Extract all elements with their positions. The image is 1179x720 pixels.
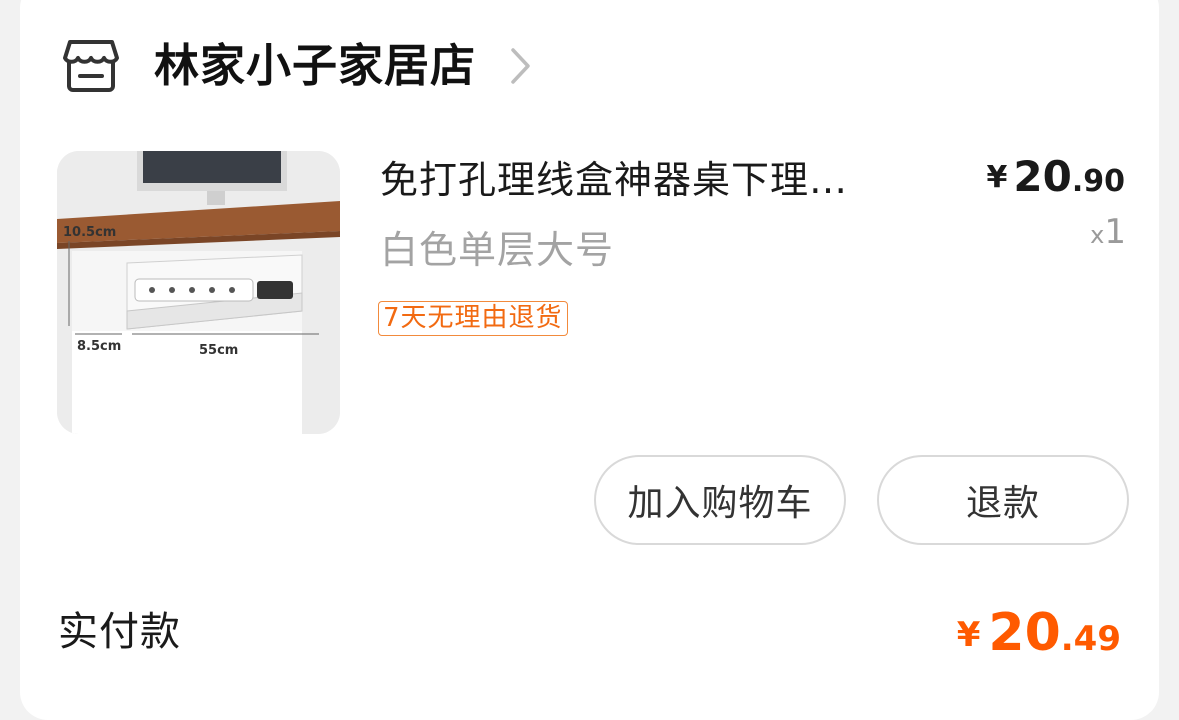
image-width-label: 55cm <box>199 343 238 358</box>
quantity-value: 1 <box>1104 212 1126 252</box>
product-spec: 白色单层大号 <box>380 228 615 272</box>
paid-integer: 20 <box>988 603 1061 663</box>
quantity-prefix: x <box>1090 221 1105 249</box>
paid-currency: ¥ <box>956 615 981 655</box>
product-price: ¥20.90 <box>987 152 1125 201</box>
image-height-label: 10.5cm <box>63 225 116 240</box>
return-policy-tag: 7天无理由退货 <box>378 301 568 336</box>
refund-button[interactable]: 退款 <box>877 455 1129 545</box>
product-image[interactable]: 10.5cm 8.5cm 55cm <box>57 151 340 434</box>
price-decimal: .90 <box>1071 164 1125 199</box>
price-currency: ¥ <box>986 160 1008 195</box>
shop-header[interactable]: 林家小子家居店 <box>62 36 532 96</box>
paid-amount-label: 实付款 <box>58 609 181 655</box>
store-icon <box>63 40 119 92</box>
chevron-right-icon[interactable] <box>510 47 532 85</box>
paid-amount: ¥20.49 <box>957 603 1121 663</box>
paid-decimal: .49 <box>1060 619 1121 659</box>
image-depth-label: 8.5cm <box>77 339 121 354</box>
product-quantity: x1 <box>1090 212 1126 252</box>
product-title[interactable]: 免打孔理线盒神器桌下理… <box>380 152 940 208</box>
shop-name[interactable]: 林家小子家居店 <box>154 36 476 96</box>
product-image-illustration: 10.5cm 8.5cm 55cm <box>57 151 340 434</box>
add-to-cart-button[interactable]: 加入购物车 <box>594 455 846 545</box>
price-integer: 20 <box>1013 152 1072 201</box>
